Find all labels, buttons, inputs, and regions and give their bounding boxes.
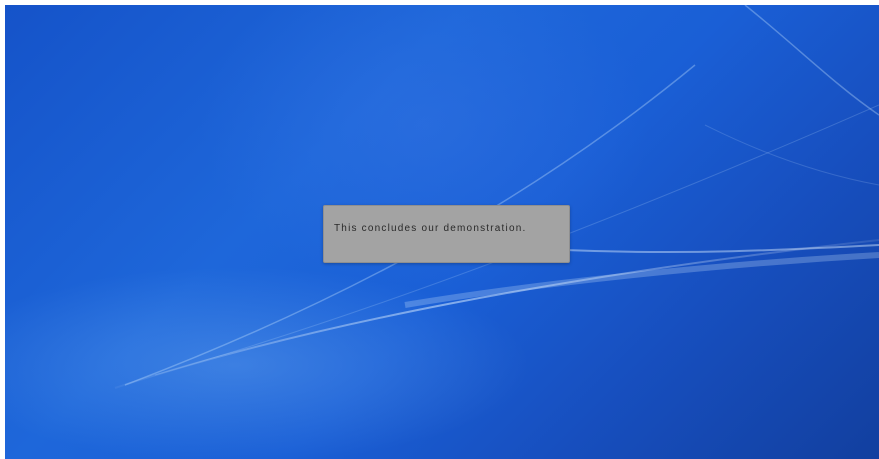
desktop-wallpaper: This concludes our demonstration. <box>5 5 879 459</box>
demo-end-message-box: This concludes our demonstration. <box>323 205 570 263</box>
message-text: This concludes our demonstration. <box>334 223 527 234</box>
